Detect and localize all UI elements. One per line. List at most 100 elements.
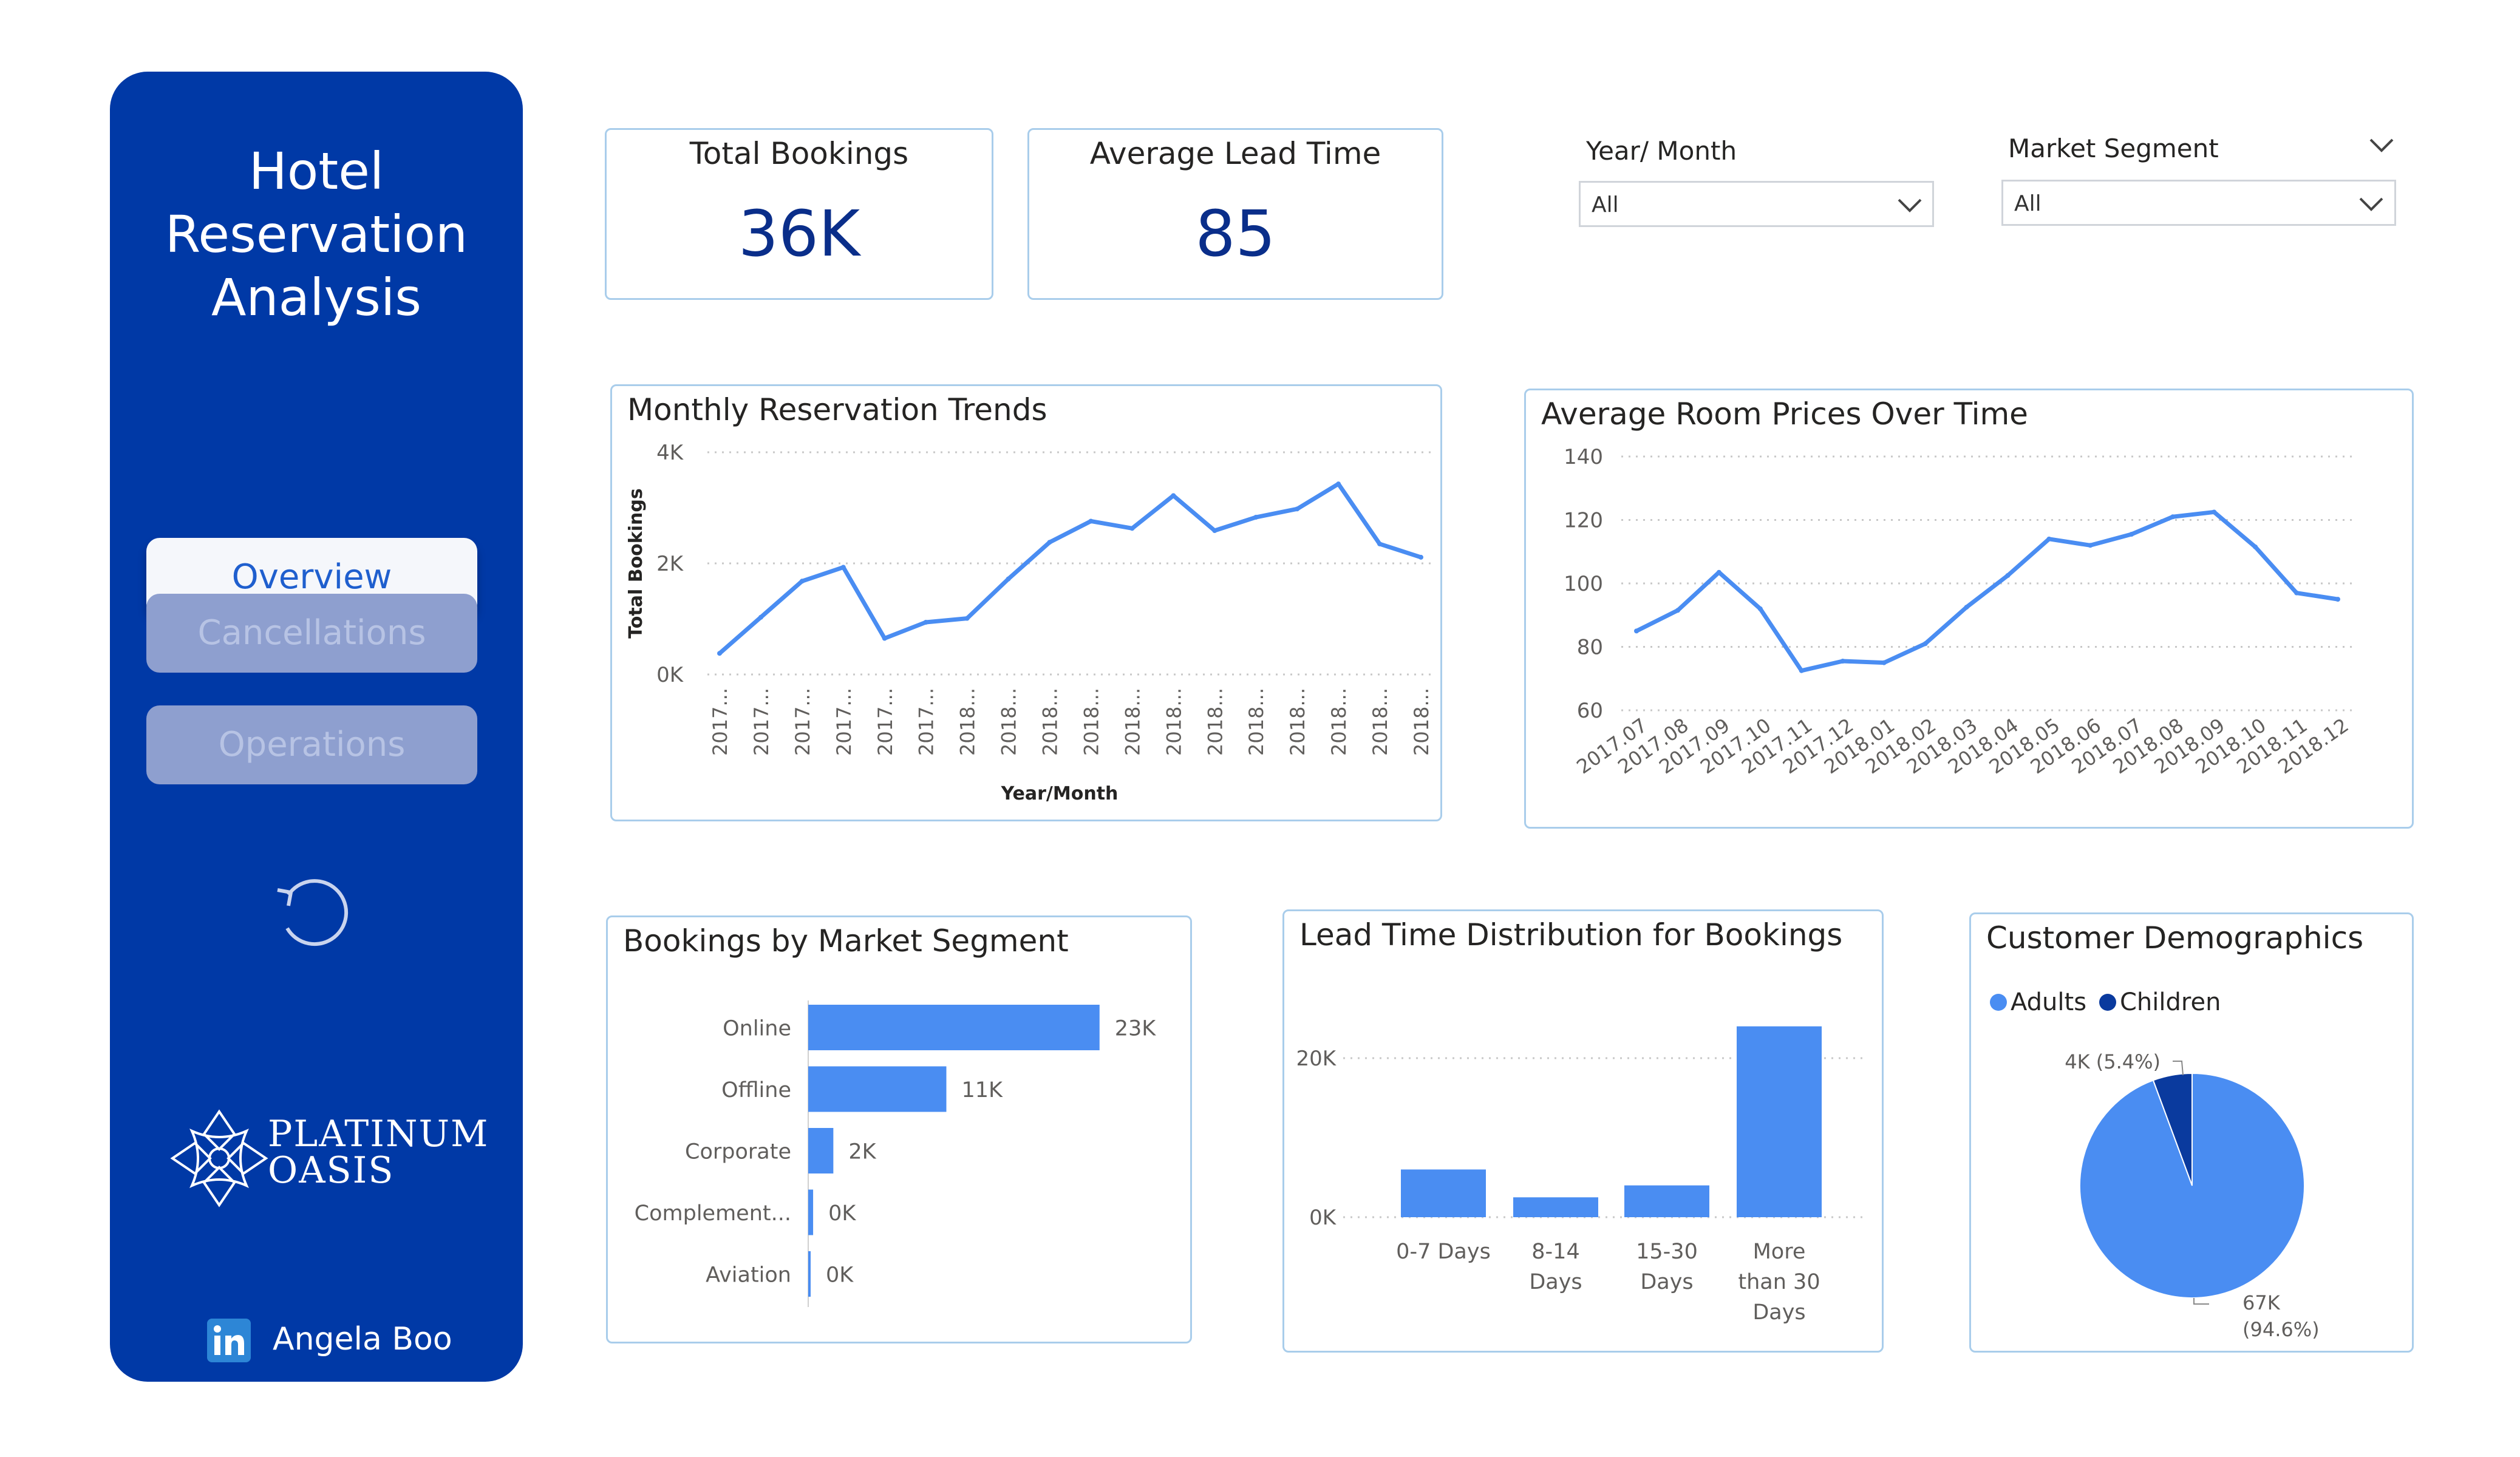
x-tick-label: Days: [1529, 1270, 1582, 1294]
data-point: [2129, 532, 2134, 537]
data-point: [964, 616, 970, 621]
customer-demographics-chart[interactable]: Adults Children 4K (5.4%) 67K (94.6%): [1969, 912, 2414, 1353]
bar: [1624, 1185, 1709, 1217]
x-tick-label: 2018...: [956, 688, 979, 756]
data-label: 0K: [826, 1263, 854, 1288]
x-tick-label: 2017...: [915, 688, 938, 756]
data-point: [1634, 628, 1639, 634]
leader-line: [2193, 1298, 2209, 1305]
x-tick-label: 2017...: [874, 688, 897, 756]
kpi-average-lead-time-card: Average Lead Time 85: [1027, 128, 1443, 300]
data-point: [1418, 554, 1423, 560]
data-point: [2005, 572, 2011, 578]
data-point: [1840, 659, 1845, 664]
market-segment-slicer-value: All: [2014, 191, 2042, 216]
x-tick-label: Days: [1640, 1270, 1693, 1294]
x-tick-label: 2018...: [1369, 688, 1392, 756]
linkedin-icon[interactable]: [207, 1319, 251, 1362]
x-tick-label: 2018...: [1080, 688, 1103, 756]
data-label: (94.6%): [2242, 1318, 2320, 1341]
x-axis-title: Year/Month: [1001, 783, 1119, 804]
average-room-prices-chart[interactable]: 60801001201402017.072017.082017.092017.1…: [1524, 389, 2414, 829]
nav-cancellations-button[interactable]: Cancellations: [146, 594, 477, 673]
legend-marker: [1990, 994, 2007, 1011]
bar: [808, 1251, 811, 1297]
category-label: Offline: [721, 1078, 791, 1102]
data-point: [1295, 506, 1300, 512]
year-month-slicer-label: Year/ Month: [1586, 136, 1737, 166]
kpi-value: 85: [1195, 197, 1276, 271]
data-point: [1253, 515, 1259, 520]
x-tick-label: than 30: [1738, 1270, 1820, 1294]
monthly-reservation-trends-chart[interactable]: 0K 2K 4K 2017... 2017... 2017... 2017... 2017..…: [610, 384, 1442, 821]
data-point: [717, 651, 722, 656]
data-point: [2170, 514, 2176, 520]
data-point: [1047, 540, 1052, 545]
data-point: [799, 579, 805, 584]
sidebar: Hotel Reservation Analysis Overview Canc…: [110, 72, 523, 1382]
pie-slice: [2079, 1072, 2305, 1299]
data-label: 2K: [848, 1140, 876, 1164]
data-point: [2212, 509, 2217, 515]
data-point: [2294, 590, 2300, 596]
data-point: [923, 619, 928, 625]
category-label: Corporate: [685, 1140, 791, 1164]
x-tick-label: 15-30: [1636, 1240, 1698, 1264]
series-line: [718, 481, 1422, 655]
bookings-by-market-segment-chart[interactable]: Online 23K Offline 11K Corporate 2K Complement…: [606, 915, 1192, 1343]
report-title-line-2: Reservation: [165, 205, 468, 264]
x-tick-label: More: [1753, 1240, 1806, 1264]
data-point: [1757, 606, 1763, 611]
data-label: 67K: [2242, 1291, 2281, 1314]
x-tick-label: 2018...: [1162, 688, 1185, 756]
collapse-chevron-icon[interactable]: [2368, 136, 2395, 154]
data-point: [1377, 541, 1383, 546]
data-label: 0K: [828, 1201, 856, 1226]
data-point: [2253, 544, 2258, 549]
year-month-slicer[interactable]: All: [1579, 181, 1934, 227]
kpi-total-bookings-card: Total Bookings 36K: [605, 128, 993, 300]
data-point: [1716, 569, 1721, 575]
category-label: Online: [723, 1017, 791, 1041]
kpi-value: 36K: [738, 197, 860, 271]
data-point: [1006, 576, 1011, 582]
x-tick-label: 8-14: [1531, 1240, 1579, 1264]
data-point: [1922, 641, 1928, 647]
ornament-logo: [170, 1109, 268, 1207]
y-tick-label: 0K: [1309, 1206, 1337, 1230]
data-point: [2335, 597, 2340, 602]
data-point: [1336, 481, 1341, 487]
x-tick-label: Days: [1752, 1300, 1805, 1325]
data-point: [1799, 668, 1804, 673]
kpi-label: Total Bookings: [689, 136, 909, 171]
data-point: [1171, 493, 1176, 498]
data-label: 11K: [961, 1078, 1003, 1102]
category-label: Aviation: [706, 1263, 791, 1288]
nav-operations-button[interactable]: Operations: [146, 705, 477, 784]
x-tick-label: 2017...: [833, 688, 856, 756]
data-point: [1964, 605, 1969, 610]
x-tick-label: 2018...: [1121, 688, 1144, 756]
data-label: 4K (5.4%): [2065, 1050, 2161, 1073]
category-label: Complement...: [635, 1201, 791, 1226]
data-point: [1881, 660, 1887, 665]
bar: [808, 1005, 1100, 1050]
x-tick-label: 2018...: [1204, 688, 1227, 756]
market-segment-slicer[interactable]: All: [2001, 180, 2396, 226]
bar: [808, 1189, 814, 1235]
chevron-down-icon: [2359, 197, 2383, 211]
year-month-slicer-value: All: [1592, 192, 1619, 217]
legend-label: Children: [2120, 988, 2221, 1016]
refresh-icon[interactable]: [270, 871, 361, 962]
x-tick-label: 2017...: [709, 688, 732, 756]
bar: [1737, 1026, 1822, 1217]
y-tick-label: 120: [1564, 509, 1603, 533]
x-tick-label: 2018...: [998, 688, 1021, 756]
author-name[interactable]: Angela Boo: [273, 1321, 452, 1357]
kpi-label: Average Lead Time: [1089, 136, 1381, 171]
data-point: [1212, 528, 1217, 534]
data-label: 23K: [1115, 1017, 1157, 1041]
lead-time-distribution-chart[interactable]: 0K 20K 0-7 Days 8-14 Days 15-30 Days More than 3…: [1282, 909, 1884, 1353]
x-tick-label: 2018...: [1327, 688, 1350, 756]
bar: [1513, 1197, 1598, 1217]
